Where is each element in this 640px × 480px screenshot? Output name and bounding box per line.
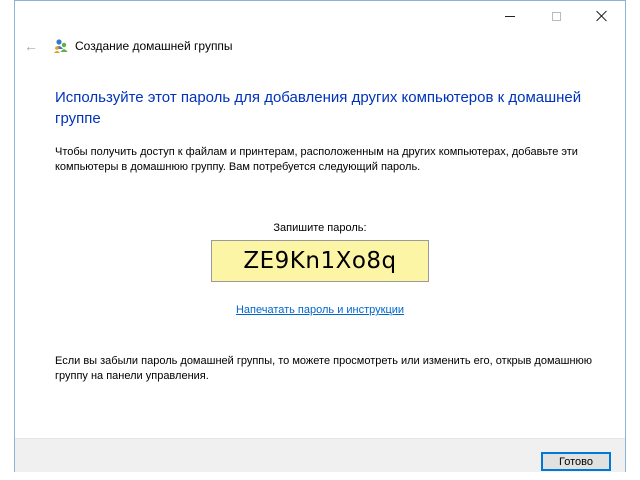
close-button[interactable] xyxy=(579,1,625,31)
password-box: ZE9Kn1Xo8q xyxy=(211,240,429,282)
minimize-button[interactable] xyxy=(487,1,533,31)
password-value: ZE9Kn1Xo8q xyxy=(243,248,397,274)
print-password-link[interactable]: Напечатать пароль и инструкции xyxy=(195,304,445,316)
done-button[interactable]: Готово xyxy=(541,452,611,471)
command-bar: Готово xyxy=(15,438,625,472)
dialog-title: Создание домашней группы xyxy=(75,39,233,53)
maximize-button[interactable] xyxy=(533,1,579,31)
back-arrow-icon[interactable]: ← xyxy=(23,38,39,54)
close-icon xyxy=(596,10,608,22)
footer-text: Если вы забыли пароль домашней группы, т… xyxy=(55,355,593,382)
navigation-bar: ← Создание домашней группы xyxy=(15,31,625,61)
minimize-icon xyxy=(505,15,515,17)
maximize-icon xyxy=(551,11,561,21)
description-text: Чтобы получить доступ к файлам и принтер… xyxy=(55,146,578,173)
homegroup-icon xyxy=(54,39,68,53)
homegroup-dialog: ← Создание домашней группы Используйте э… xyxy=(14,0,626,472)
main-instruction: Используйте этот пароль для добавления д… xyxy=(55,89,582,127)
password-label: Запишите пароль: xyxy=(273,222,367,234)
title-bar xyxy=(15,1,625,31)
